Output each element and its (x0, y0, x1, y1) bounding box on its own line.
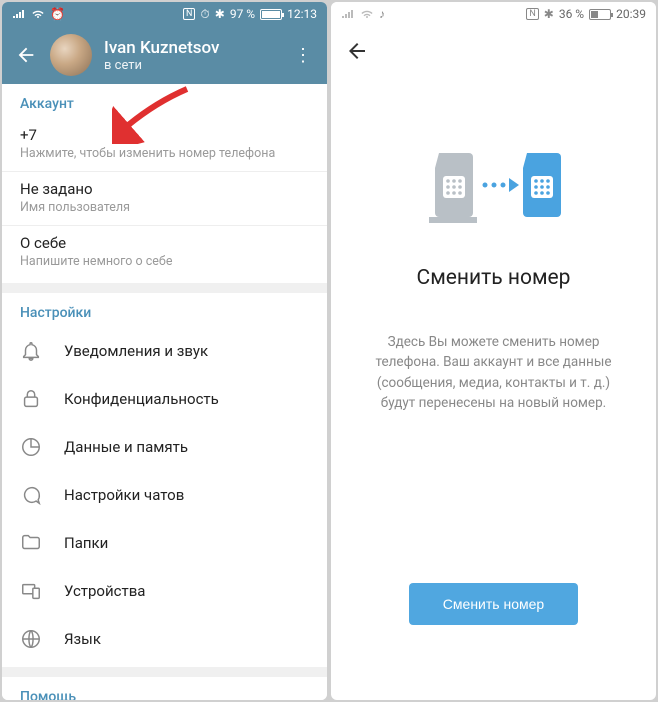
header-text: Ivan Kuznetsov в сети (104, 38, 291, 73)
globe-icon (20, 628, 42, 650)
signal-icon (341, 9, 355, 19)
username-row[interactable]: Не задано Имя пользователя (2, 172, 327, 226)
settings-label: Устройства (64, 582, 145, 600)
settings-section: Настройки Уведомления и звук Конфиденциа… (2, 293, 327, 667)
bio-hint: Напишите немного о себе (20, 254, 309, 269)
right-phone: ♪ N ✱ 36 % 20:39 (331, 2, 656, 700)
back-arrow-icon[interactable] (345, 39, 371, 65)
more-menu-icon[interactable]: ⋮ (291, 45, 315, 66)
status-bar: ♪ N ✱ 36 % 20:39 (331, 2, 656, 26)
bluetooth-icon: ✱ (544, 7, 554, 21)
bluetooth-icon: ✱ (215, 7, 225, 21)
username-value: Не задано (20, 180, 309, 198)
settings-row-notifications[interactable]: Уведомления и звук (2, 327, 327, 375)
clock: 20:39 (616, 7, 646, 21)
phone-hint: Нажмите, чтобы изменить номер телефона (20, 146, 309, 161)
battery-pct: 36 % (559, 7, 584, 21)
status-right: N ⏱ ✱ 97 % 12:13 (183, 7, 317, 22)
wifi-icon (31, 9, 45, 19)
alarm-small-icon: ⏱ (200, 7, 209, 22)
content-scroll[interactable]: Аккаунт +7 Нажмите, чтобы изменить номер… (2, 84, 327, 700)
phone-row[interactable]: +7 Нажмите, чтобы изменить номер телефон… (2, 118, 327, 172)
battery-icon (589, 9, 611, 20)
music-icon: ♪ (379, 7, 385, 21)
left-phone: ⏰ N ⏱ ✱ 97 % 12:13 Ivan Kuznetsov в сети… (2, 2, 327, 700)
lock-icon (20, 388, 42, 410)
folder-icon (20, 532, 42, 554)
signal-icon (12, 9, 26, 19)
chat-icon (20, 484, 42, 506)
settings-row-folders[interactable]: Папки (2, 519, 327, 567)
help-section: Помощь (2, 677, 327, 700)
profile-header: Ivan Kuznetsov в сети ⋮ (2, 26, 327, 84)
bio-row[interactable]: О себе Напишите немного о себе (2, 226, 327, 279)
status-right: N ✱ 36 % 20:39 (526, 7, 646, 21)
settings-row-data[interactable]: Данные и память (2, 423, 327, 471)
settings-label: Язык (64, 630, 101, 648)
settings-row-privacy[interactable]: Конфиденциальность (2, 375, 327, 423)
settings-label: Настройки чатов (64, 486, 184, 504)
devices-icon (20, 580, 42, 602)
header (331, 26, 656, 78)
status-bar: ⏰ N ⏱ ✱ 97 % 12:13 (2, 2, 327, 26)
body: Сменить номер Здесь Вы можете сменить но… (331, 78, 656, 625)
section-title-account: Аккаунт (2, 84, 327, 118)
settings-label: Данные и память (64, 438, 188, 456)
status-left: ♪ (341, 7, 385, 21)
bell-icon (20, 340, 42, 362)
profile-name: Ivan Kuznetsov (104, 38, 291, 58)
status-left: ⏰ (12, 7, 65, 21)
bio-value: О себе (20, 234, 309, 252)
settings-label: Папки (64, 534, 108, 552)
alarm-icon: ⏰ (50, 7, 65, 21)
profile-status: в сети (104, 58, 291, 73)
wifi-icon (360, 9, 374, 19)
settings-label: Конфиденциальность (64, 390, 219, 408)
phone-value: +7 (20, 126, 309, 144)
settings-row-chat[interactable]: Настройки чатов (2, 471, 327, 519)
page-description: Здесь Вы можете сменить номер телефона. … (359, 332, 628, 413)
section-title-settings: Настройки (2, 293, 327, 327)
page-title: Сменить номер (417, 266, 571, 290)
username-hint: Имя пользователя (20, 200, 309, 215)
sim-illustration-icon (419, 138, 569, 238)
settings-label: Уведомления и звук (64, 342, 208, 360)
change-number-button[interactable]: Сменить номер (409, 583, 578, 625)
battery-icon (260, 9, 282, 20)
avatar[interactable] (50, 34, 92, 76)
nfc-icon: N (183, 8, 195, 20)
section-title-help: Помощь (2, 677, 327, 700)
settings-row-language[interactable]: Язык (2, 615, 327, 663)
settings-row-devices[interactable]: Устройства (2, 567, 327, 615)
nfc-icon: N (526, 8, 538, 20)
battery-pct: 97 % (230, 7, 255, 21)
clock: 12:13 (287, 7, 317, 21)
account-section: Аккаунт +7 Нажмите, чтобы изменить номер… (2, 84, 327, 283)
back-arrow-icon[interactable] (14, 43, 38, 67)
pie-icon (20, 436, 42, 458)
